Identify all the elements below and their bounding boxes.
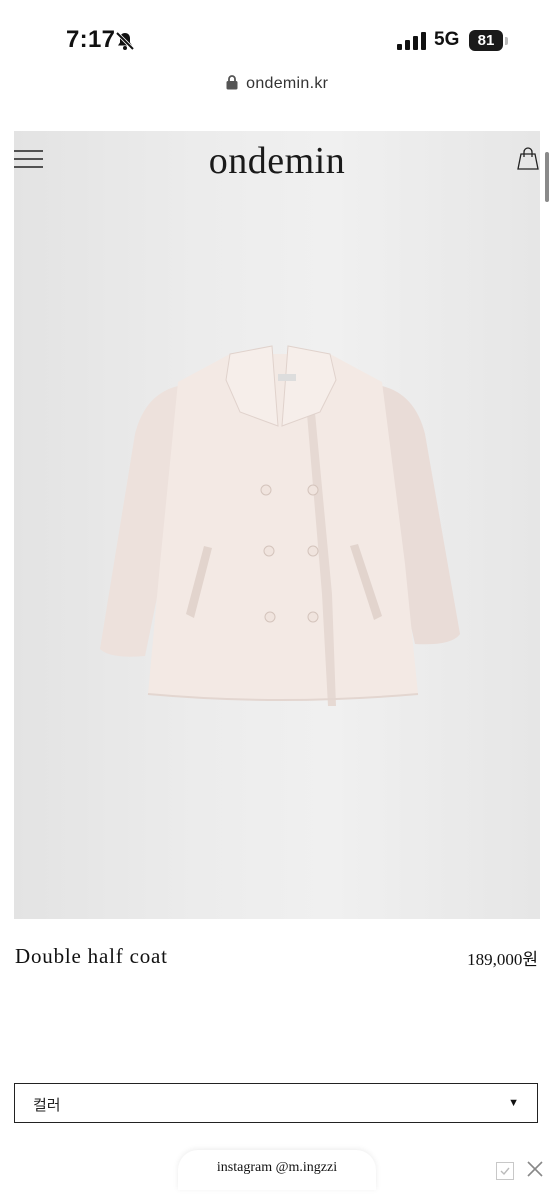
battery-level: 81 xyxy=(469,30,503,51)
instagram-label[interactable]: instagram @m.ingzzi xyxy=(0,1160,554,1176)
shopping-bag-icon[interactable] xyxy=(517,146,539,170)
checkmark-icon xyxy=(500,1167,510,1176)
color-select-value: 컬러 xyxy=(33,1097,61,1114)
site-logo[interactable]: ondemin xyxy=(14,139,540,183)
product-price: 189,000원 xyxy=(467,950,538,969)
lock-icon xyxy=(226,75,238,90)
address-bar[interactable]: ondemin.kr xyxy=(0,74,554,108)
status-bar: 7:17 5G 81 xyxy=(0,0,554,80)
coat-illustration xyxy=(100,345,460,706)
scrollbar[interactable] xyxy=(545,152,549,202)
network-type: 5G xyxy=(434,29,460,50)
product-image[interactable]: ondemin xyxy=(14,131,540,919)
color-select[interactable]: 컬러 ▼ xyxy=(14,1083,538,1123)
product-name: Double half coat xyxy=(15,944,168,968)
caret-down-icon: ▼ xyxy=(508,1097,519,1109)
battery-tip xyxy=(505,37,508,45)
status-time: 7:17 xyxy=(66,26,116,53)
close-icon[interactable] xyxy=(526,1160,544,1178)
bell-slash-icon xyxy=(115,31,135,51)
signal-icon xyxy=(397,32,426,50)
url-text: ondemin.kr xyxy=(246,75,329,92)
checkbox-icon[interactable] xyxy=(496,1162,514,1180)
